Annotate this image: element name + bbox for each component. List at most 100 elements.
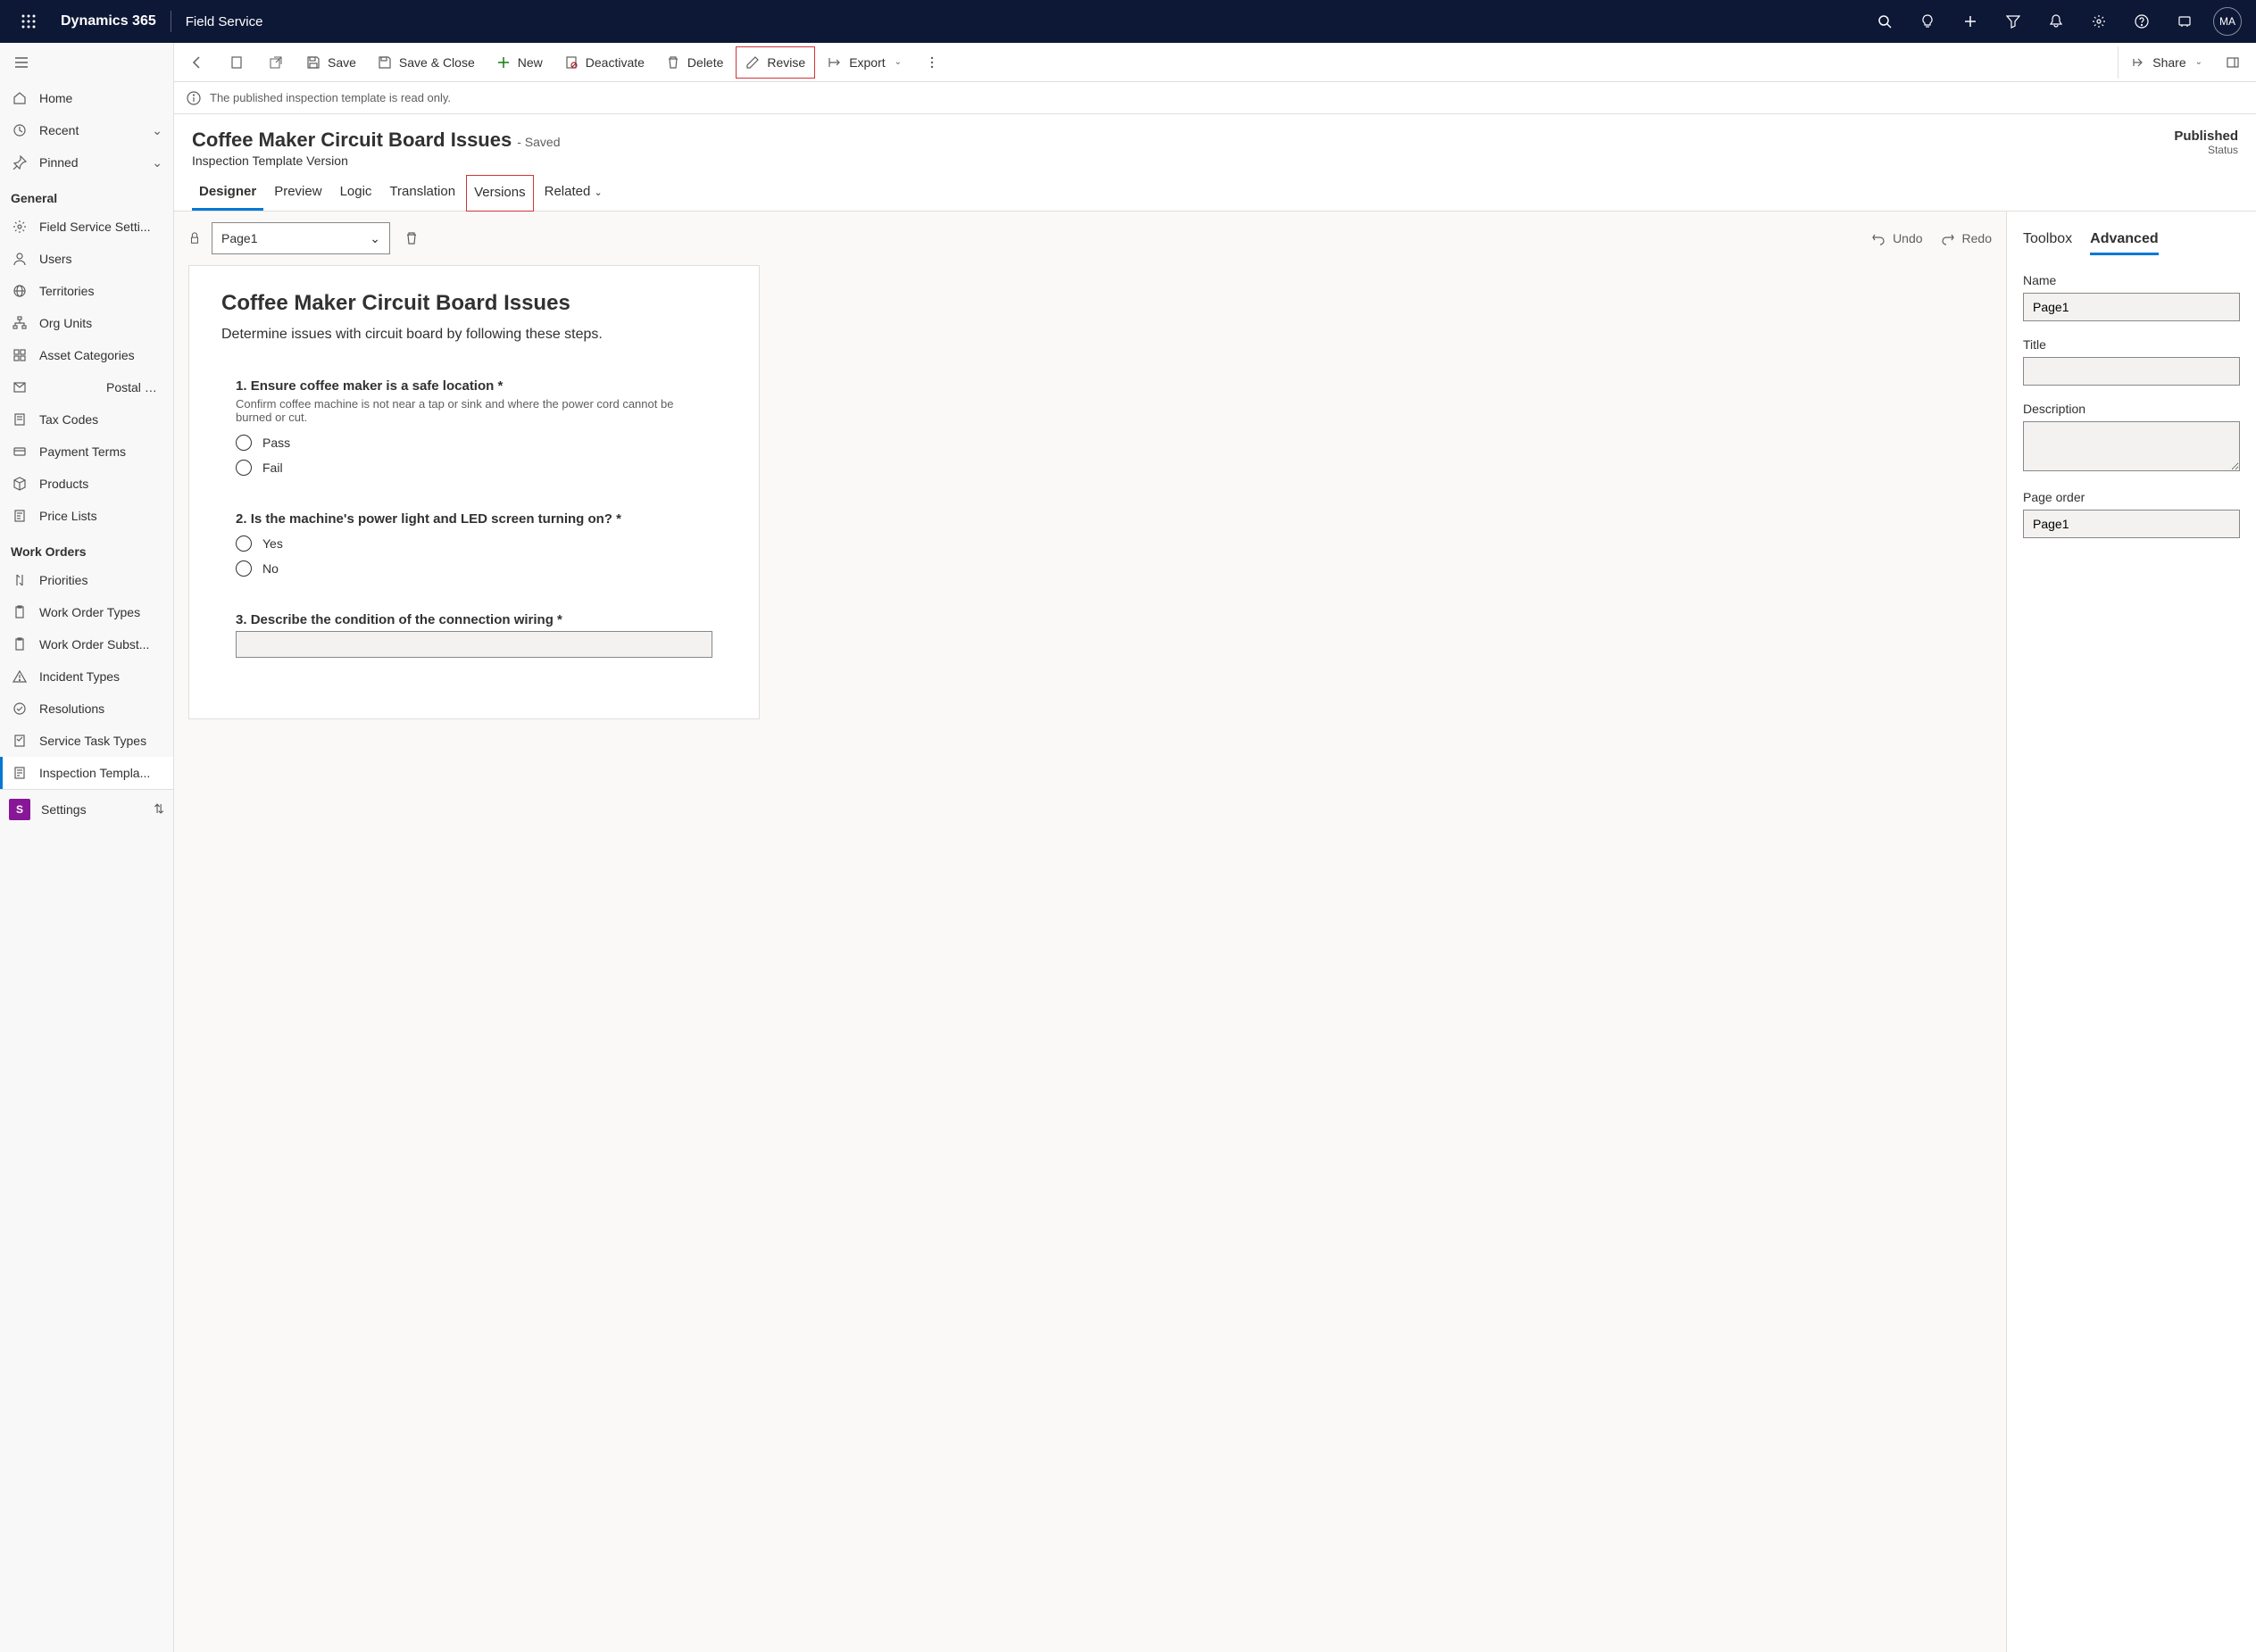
asset-icon [11,346,29,364]
name-input[interactable] [2023,293,2240,321]
brand-label[interactable]: Dynamics 365 [50,13,167,29]
settings-badge: S [9,799,30,820]
question-2[interactable]: 2. Is the machine's power light and LED … [221,511,727,577]
chevron-updown-icon: ⇅ [154,801,164,817]
tab-preview[interactable]: Preview [267,175,329,211]
tab-translation[interactable]: Translation [382,175,462,211]
app-name-label[interactable]: Field Service [175,14,274,29]
sidebar-item-label: Incident Types [39,669,162,684]
sidebar-item-org-units[interactable]: Org Units [0,307,173,339]
sidebar-item-asset-categories[interactable]: Asset Categories [0,339,173,371]
form-tabs: Designer Preview Logic Translation Versi… [174,175,2256,212]
sidebar-item-postal-codes[interactable]: Postal Codes [0,371,173,403]
option-label: Yes [262,536,283,551]
record-set-button[interactable] [217,43,256,82]
description-label: Description [2023,402,2240,416]
delete-button[interactable]: Delete [657,46,732,79]
gear-icon[interactable] [2077,0,2120,43]
filter-icon[interactable] [1992,0,2035,43]
hamburger-icon[interactable] [0,43,173,82]
sidebar-item-payment-terms[interactable]: Payment Terms [0,436,173,468]
question-title: 3. Describe the condition of the connect… [236,612,712,627]
avatar[interactable]: MA [2213,7,2242,36]
new-button[interactable]: New [487,46,552,79]
share-button[interactable]: Share⌄ [2118,46,2211,79]
radio-option-fail[interactable]: Fail [236,460,712,476]
radio-icon [236,435,252,451]
sidebar-item-field-service-settings[interactable]: Field Service Setti... [0,211,173,243]
title-input[interactable] [2023,357,2240,386]
radio-option-pass[interactable]: Pass [236,435,712,451]
clipboard-icon [11,603,29,621]
overflow-button[interactable] [912,43,952,82]
sidebar-item-label: Service Task Types [39,734,162,748]
designer-canvas: Coffee Maker Circuit Board Issues Determ… [188,265,760,719]
record-status: Published Status [2174,129,2238,156]
redo-button[interactable]: Redo [1941,231,1992,245]
bell-icon[interactable] [2035,0,2077,43]
clock-icon [11,121,29,139]
search-icon[interactable] [1863,0,1906,43]
description-input[interactable] [2023,421,2240,471]
page-order-input[interactable] [2023,510,2240,538]
sidebar-item-price-lists[interactable]: Price Lists [0,500,173,532]
panel-tab-advanced[interactable]: Advanced [2090,226,2158,255]
help-icon[interactable] [2120,0,2163,43]
sidebar-item-priorities[interactable]: Priorities [0,564,173,596]
question-1[interactable]: 1. Ensure coffee maker is a safe locatio… [221,378,727,476]
cmd-label: Revise [767,55,805,70]
sidebar-item-inspection-templates[interactable]: Inspection Templa... [0,757,173,789]
save-close-icon [378,55,392,70]
sidebar-item-service-task-types[interactable]: Service Task Types [0,725,173,757]
lock-icon [188,232,201,245]
sidebar-item-work-order-types[interactable]: Work Order Types [0,596,173,628]
save-button[interactable]: Save [297,46,365,79]
command-bar: Save Save & Close New Deactivate Delete … [174,43,2256,82]
open-new-window-button[interactable] [256,43,296,82]
export-button[interactable]: Export⌄ [819,46,911,79]
sidebar-item-work-order-substatuses[interactable]: Work Order Subst... [0,628,173,660]
title-label: Title [2023,337,2240,352]
global-header: Dynamics 365 Field Service MA [0,0,2256,43]
tab-designer[interactable]: Designer [192,175,263,211]
sidebar-item-users[interactable]: Users [0,243,173,275]
panel-tab-toolbox[interactable]: Toolbox [2023,226,2072,255]
sidebar-item-incident-types[interactable]: Incident Types [0,660,173,693]
revise-button[interactable]: Revise [736,46,815,79]
sidebar-item-resolutions[interactable]: Resolutions [0,693,173,725]
text-answer-input[interactable] [236,631,712,658]
side-panel-button[interactable] [2213,43,2252,82]
app-launcher-icon[interactable] [7,0,50,43]
sidebar-item-recent[interactable]: Recent ⌄ [0,114,173,146]
save-close-button[interactable]: Save & Close [369,46,484,79]
deactivate-button[interactable]: Deactivate [555,46,653,79]
sidebar-item-tax-codes[interactable]: Tax Codes [0,403,173,436]
tab-related[interactable]: Related ⌄ [537,175,610,211]
page-selector[interactable]: Page1 ⌄ [212,222,390,254]
sidebar-item-products[interactable]: Products [0,468,173,500]
add-icon[interactable] [1949,0,1992,43]
question-3[interactable]: 3. Describe the condition of the connect… [221,612,727,658]
radio-option-yes[interactable]: Yes [236,535,712,552]
back-button[interactable] [178,43,217,82]
question-title: 2. Is the machine's power light and LED … [236,511,712,527]
tab-versions[interactable]: Versions [466,175,534,212]
undo-button[interactable]: Undo [1871,231,1922,245]
sidebar-item-pinned[interactable]: Pinned ⌄ [0,146,173,178]
sidebar-area-switcher[interactable]: S Settings ⇅ [0,789,173,828]
lightbulb-icon[interactable] [1906,0,1949,43]
sidebar-item-label: Postal Codes [106,380,162,394]
sidebar-item-label: Pinned [39,155,141,170]
question-hint: Confirm coffee machine is not near a tap… [236,397,712,424]
tab-label: Related [545,184,591,199]
record-header: Coffee Maker Circuit Board Issues - Save… [174,114,2256,175]
assistant-icon[interactable] [2163,0,2206,43]
tab-logic[interactable]: Logic [333,175,379,211]
delete-page-button[interactable] [401,228,422,249]
cmd-label: Export [849,55,885,70]
sidebar-item-label: Asset Categories [39,348,162,362]
sidebar-item-territories[interactable]: Territories [0,275,173,307]
designer-area: Page1 ⌄ Undo Redo Coffee Maker Circuit B… [174,212,2256,1652]
radio-option-no[interactable]: No [236,560,712,577]
sidebar-item-home[interactable]: Home [0,82,173,114]
